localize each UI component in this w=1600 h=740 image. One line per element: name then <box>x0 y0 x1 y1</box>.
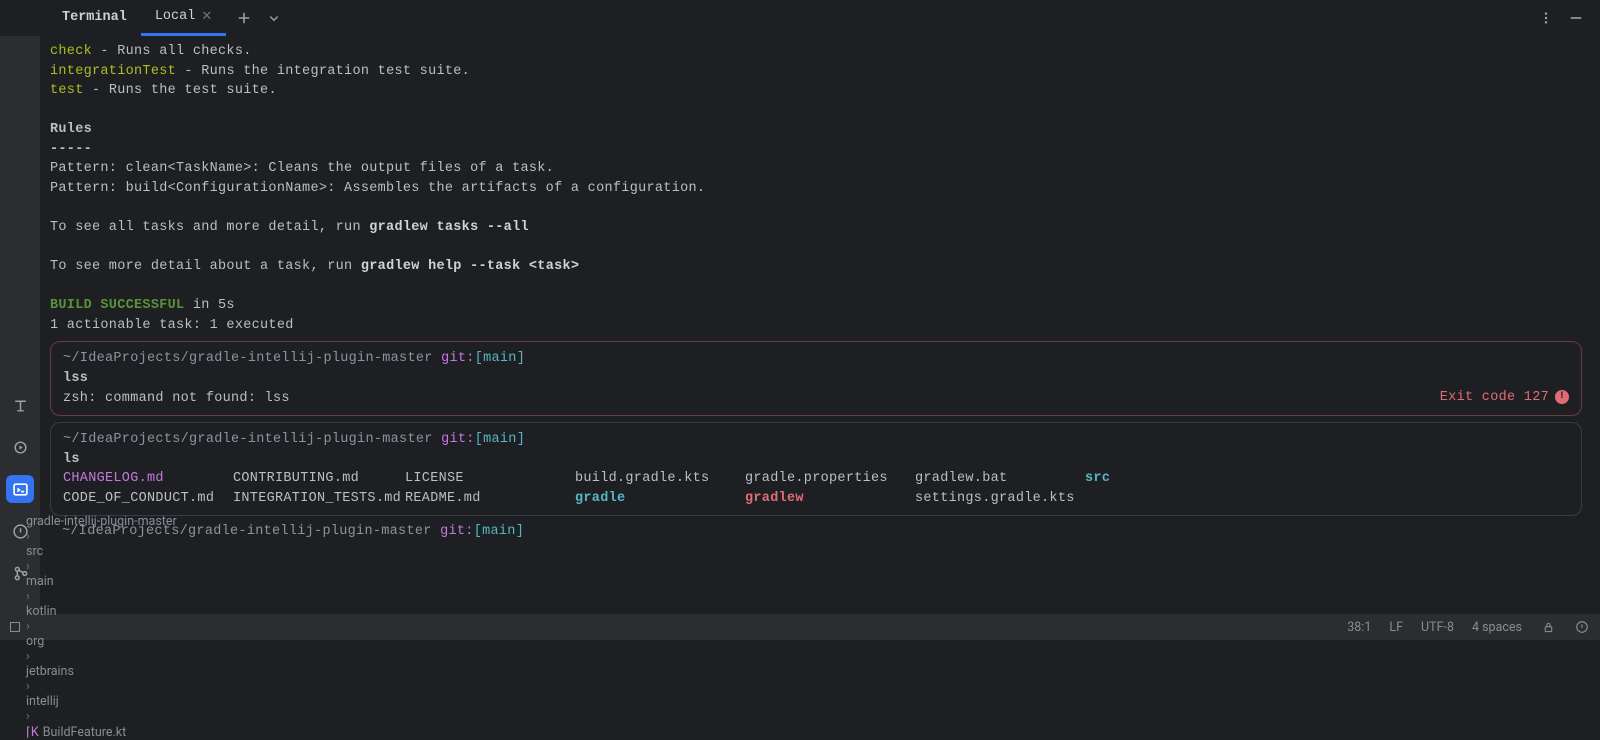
ls-entry: LICENSE <box>405 469 575 489</box>
chevron-right-icon: › <box>26 679 30 694</box>
task-line: check - Runs all checks. <box>50 42 1590 62</box>
statusbar: gradle-intellij-plugin-master › src › ma… <box>0 614 1600 640</box>
shell-prompt: ~/IdeaProjects/gradle-intellij-plugin-ma… <box>63 430 1569 450</box>
ls-entry <box>1085 489 1195 509</box>
task-line: integrationTest - Runs the integration t… <box>50 62 1590 82</box>
terminal-tab-label: Local <box>155 9 196 24</box>
build-subline: 1 actionable task: 1 executed <box>50 316 1590 336</box>
encoding[interactable]: UTF-8 <box>1421 620 1454 635</box>
breadcrumb-item[interactable]: kotlin <box>26 604 177 619</box>
close-icon[interactable]: ✕ <box>201 9 212 24</box>
readonly-lock-icon[interactable] <box>1540 619 1556 635</box>
highlight-level-icon[interactable] <box>1574 619 1590 635</box>
tab-dropdown-button[interactable] <box>266 10 282 26</box>
toolwindow-title-label: Terminal <box>62 10 127 25</box>
caret-position[interactable]: 38:1 <box>1347 620 1371 635</box>
ls-entry: CHANGELOG.md <box>63 469 233 489</box>
breadcrumb-item[interactable]: ⌈K BuildFeature.kt <box>26 724 177 740</box>
ls-row-1: CHANGELOG.mdCONTRIBUTING.mdLICENSEbuild.… <box>63 469 1569 489</box>
terminal-tab-local[interactable]: Local ✕ <box>141 0 226 36</box>
line-separator[interactable]: LF <box>1389 620 1403 635</box>
breadcrumb-item[interactable]: jetbrains <box>26 664 177 679</box>
chevron-right-icon: › <box>26 619 30 634</box>
new-tab-button[interactable] <box>236 10 252 26</box>
ls-entry: CODE_OF_CONDUCT.md <box>63 489 233 509</box>
stripe-terminal-icon[interactable] <box>6 475 34 503</box>
hint2-cmd: gradlew help --task <task> <box>361 259 579 274</box>
rule-line: Pattern: clean<TaskName>: Cleans the out… <box>50 159 1590 179</box>
rule-line: Pattern: build<ConfigurationName>: Assem… <box>50 179 1590 199</box>
err-output: zsh: command not found: lss <box>63 389 1569 409</box>
chevron-right-icon: › <box>26 709 30 724</box>
more-actions-button[interactable] <box>1538 10 1554 26</box>
kotlin-file-icon: ⌈K <box>26 724 39 740</box>
task-line: test - Runs the test suite. <box>50 81 1590 101</box>
terminal-tabbar: Terminal Local ✕ <box>0 0 1600 36</box>
build-successful: BUILD SUCCESSFUL <box>50 298 184 313</box>
minimize-button[interactable] <box>1568 10 1584 26</box>
breadcrumb-item[interactable]: org <box>26 634 177 649</box>
chevron-right-icon: › <box>26 559 30 574</box>
stripe-typography-icon[interactable] <box>6 391 34 419</box>
exit-code-badge: Exit code 127 ! <box>1440 388 1569 408</box>
command-block-ok[interactable]: ~/IdeaProjects/gradle-intellij-plugin-ma… <box>50 422 1582 516</box>
breadcrumb-item[interactable]: main <box>26 574 177 589</box>
ls-entry: gradle.properties <box>745 469 915 489</box>
stripe-run-icon[interactable] <box>6 433 34 461</box>
exit-code-label: Exit code 127 <box>1440 388 1549 408</box>
ls-entry: gradle <box>575 489 745 509</box>
ok-command: ls <box>63 450 1569 470</box>
project-icon <box>10 622 20 632</box>
chevron-right-icon: › <box>26 529 30 544</box>
breadcrumb-item[interactable]: gradle-intellij-plugin-master <box>26 514 177 529</box>
breadcrumb-item[interactable]: intellij <box>26 694 177 709</box>
hint1-pre: To see all tasks and more detail, run <box>50 220 369 235</box>
shell-prompt: ~/IdeaProjects/gradle-intellij-plugin-ma… <box>63 349 1569 369</box>
ls-entry: gradlew.bat <box>915 469 1085 489</box>
breadcrumb-item[interactable]: src <box>26 544 177 559</box>
hint2-pre: To see more detail about a task, run <box>50 259 361 274</box>
ls-entry: build.gradle.kts <box>575 469 745 489</box>
rules-dashes: ----- <box>50 140 1590 160</box>
ls-entry: settings.gradle.kts <box>915 489 1085 509</box>
command-block-error[interactable]: ~/IdeaProjects/gradle-intellij-plugin-ma… <box>50 341 1582 416</box>
ls-entry: README.md <box>405 489 575 509</box>
error-icon: ! <box>1555 390 1569 404</box>
breadcrumbs[interactable]: gradle-intellij-plugin-master › src › ma… <box>10 514 1341 740</box>
chevron-right-icon: › <box>26 649 30 664</box>
indent-indicator[interactable]: 4 spaces <box>1472 620 1522 635</box>
toolwindow-title[interactable]: Terminal <box>48 0 141 36</box>
err-command: lss <box>63 369 1569 389</box>
ls-entry: CONTRIBUTING.md <box>233 469 405 489</box>
ls-entry: INTEGRATION_TESTS.md <box>233 489 405 509</box>
ls-entry: src <box>1085 469 1195 489</box>
build-time: in 5s <box>184 298 234 313</box>
ls-entry: gradlew <box>745 489 915 509</box>
rules-heading: Rules <box>50 120 1590 140</box>
chevron-right-icon: › <box>26 589 30 604</box>
ls-row-2: CODE_OF_CONDUCT.mdINTEGRATION_TESTS.mdRE… <box>63 489 1569 509</box>
hint1-cmd: gradlew tasks --all <box>369 220 529 235</box>
